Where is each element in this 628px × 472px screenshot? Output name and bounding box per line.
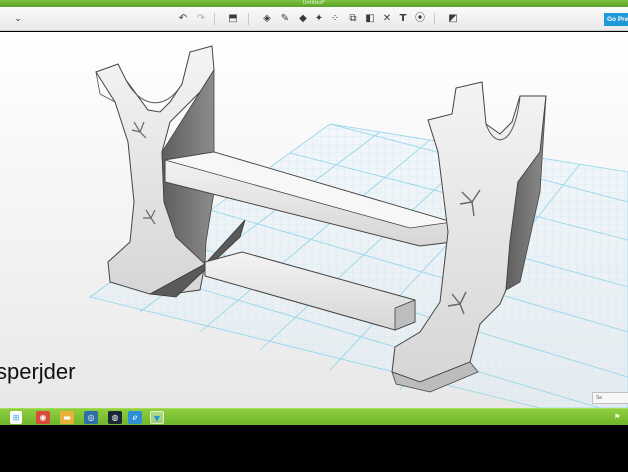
- toolbar: ⌄ ↶ ↷ ⬒ ◈ ✎ ◆ ✦ ⁘ ⧉ ◧ ✕ T ⦿ ◩ Go Premium: [0, 7, 628, 31]
- 123d-design-icon[interactable]: ▼: [150, 411, 164, 424]
- scene-canvas: [89, 45, 628, 408]
- toolbar-divider: [248, 13, 249, 25]
- 3d-viewport[interactable]: sperjder Se: [0, 32, 628, 408]
- folder-icon[interactable]: ▬: [60, 411, 74, 424]
- view-settings-button[interactable]: Se: [592, 392, 628, 404]
- steam-icon[interactable]: ◍: [108, 411, 122, 424]
- windows-start-icon[interactable]: ⊞: [10, 411, 22, 424]
- redo-icon[interactable]: ↷: [194, 12, 208, 26]
- window-title: Untitled*: [302, 0, 326, 6]
- toolbar-divider: [434, 13, 435, 25]
- toolbar-divider: [214, 13, 215, 25]
- text-icon[interactable]: T: [396, 12, 410, 26]
- pattern-icon[interactable]: ⁘: [328, 12, 342, 26]
- undo-icon[interactable]: ↶: [176, 12, 190, 26]
- material-icon[interactable]: ◩: [446, 12, 460, 26]
- sketch-icon[interactable]: ✎: [278, 12, 292, 26]
- app-icon[interactable]: ◎: [84, 411, 98, 424]
- modify-icon[interactable]: ✦: [312, 12, 326, 26]
- edge-icon[interactable]: ℯ: [128, 411, 142, 424]
- screen-bezel: [0, 425, 628, 472]
- measure-icon[interactable]: ✕: [380, 12, 394, 26]
- flag-icon[interactable]: ⚑: [614, 413, 622, 421]
- title-bar: Untitled*: [0, 0, 628, 7]
- chevron-down-icon[interactable]: ⌄: [12, 13, 24, 25]
- primitives-icon[interactable]: ◈: [260, 12, 274, 26]
- construct-icon[interactable]: ◆: [296, 12, 310, 26]
- model-caption: sperjder: [0, 359, 76, 384]
- snap-icon[interactable]: ⦿: [413, 12, 427, 26]
- group-icon[interactable]: ⧉: [346, 12, 360, 26]
- combine-icon[interactable]: ◧: [363, 12, 377, 26]
- go-premium-button[interactable]: Go Premium: [604, 13, 628, 26]
- import-icon[interactable]: ⬒: [226, 12, 240, 26]
- chrome-icon[interactable]: ◉: [36, 411, 50, 424]
- taskbar: ⊞ ◉ ▬ ◎ ◍ ℯ ▼ ⚑: [0, 408, 628, 425]
